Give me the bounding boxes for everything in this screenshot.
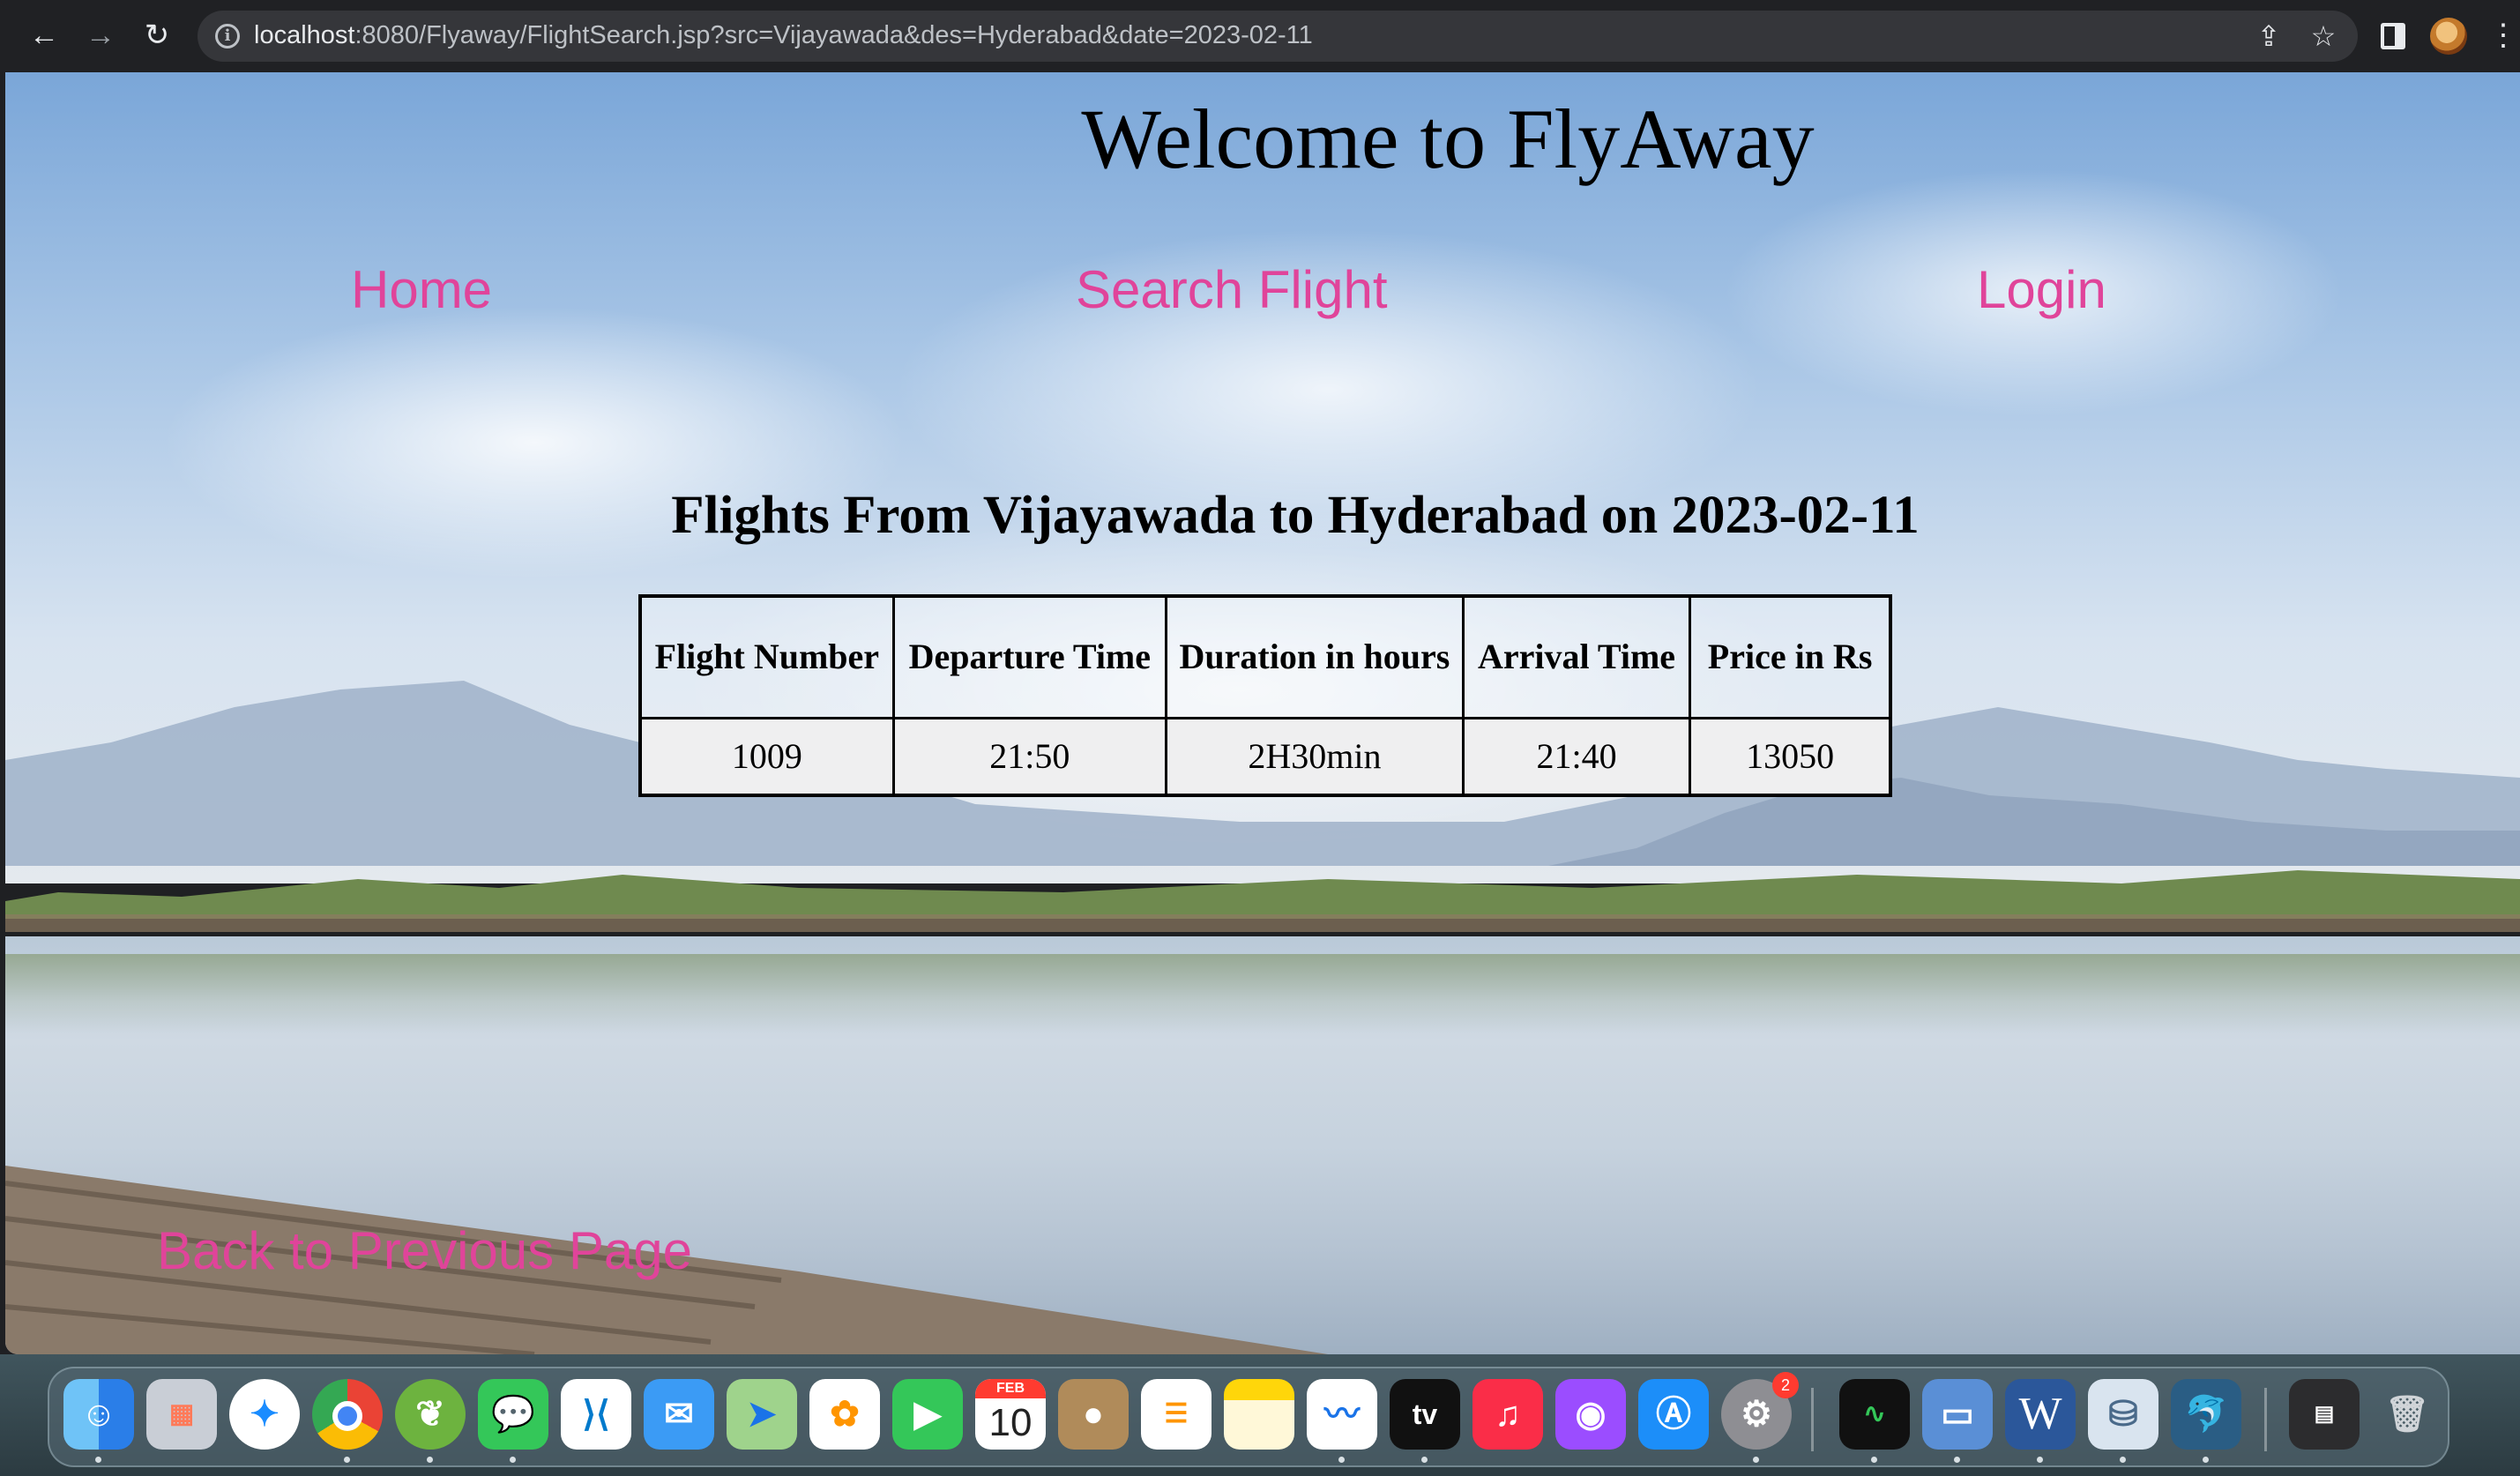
column-header: Flight Number	[638, 594, 895, 719]
safari-icon[interactable]: ✦	[229, 1379, 300, 1450]
app-store-icon[interactable]: Ⓐ	[1638, 1379, 1709, 1450]
downloads-stack-icon[interactable]: ▤	[2289, 1379, 2360, 1450]
nav-home-link[interactable]: Home	[351, 259, 492, 320]
back-to-previous-page-link[interactable]: Back to Previous Page	[157, 1220, 692, 1281]
running-indicator	[95, 1457, 101, 1463]
column-header: Arrival Time	[1461, 594, 1692, 719]
messages-icon[interactable]: 💬	[478, 1379, 548, 1450]
browser-menu-icon[interactable]: ⋮	[2488, 16, 2518, 56]
flights-table: Flight Number Departure Time Duration in…	[638, 594, 1892, 797]
chrome-icon[interactable]	[312, 1379, 383, 1450]
running-indicator	[1753, 1457, 1759, 1463]
preview-icon[interactable]: ▭	[1922, 1379, 1993, 1450]
mysql-workbench-icon[interactable]: 🐬	[2171, 1379, 2241, 1450]
mountains-background	[5, 681, 2520, 932]
freeform-icon[interactable]: 〰	[1307, 1379, 1377, 1450]
nav-login-link[interactable]: Login	[1977, 259, 2106, 320]
notification-badge: 2	[1772, 1372, 1799, 1398]
running-indicator	[1954, 1457, 1960, 1463]
flight-number-cell: 1009	[638, 716, 895, 797]
running-indicator	[2203, 1457, 2209, 1463]
maps-icon[interactable]: ➤	[727, 1379, 797, 1450]
finder-icon[interactable]: ☺	[63, 1379, 134, 1450]
column-header: Departure Time	[891, 594, 1167, 719]
tv-label: tv	[1412, 1398, 1438, 1430]
running-indicator	[1871, 1457, 1877, 1463]
arrival-time-cell: 21:40	[1461, 716, 1692, 797]
browser-toolbar: ← → ↻ i localhost:8080/Flyaway/FlightSea…	[0, 0, 2520, 72]
trash-icon[interactable]: 🗑	[2372, 1379, 2442, 1450]
podcasts-icon[interactable]: ◉	[1555, 1379, 1626, 1450]
forward-arrow-icon[interactable]: →	[81, 16, 120, 55]
calendar-day: 10	[988, 1401, 1033, 1444]
facetime-icon[interactable]: ▶	[892, 1379, 963, 1450]
column-header: Price in Rs	[1689, 594, 1892, 719]
word-label: W	[2018, 1389, 2062, 1439]
url-path: :8080/Flyaway/FlightSearch.jsp?src=Vijay…	[354, 21, 1313, 49]
calendar-icon[interactable]: FEB 10	[975, 1379, 1046, 1450]
running-indicator	[1421, 1457, 1428, 1463]
price-cell: 13050	[1689, 716, 1892, 797]
running-indicator	[344, 1457, 350, 1463]
running-indicator	[427, 1457, 433, 1463]
url-text[interactable]: localhost:8080/Flyaway/FlightSearch.jsp?…	[254, 21, 1313, 50]
apple-tv-icon[interactable]: tv	[1390, 1379, 1460, 1450]
address-bar[interactable]: i localhost:8080/Flyaway/FlightSearch.js…	[198, 11, 2358, 62]
contacts-icon[interactable]: ●	[1058, 1379, 1129, 1450]
duration-cell: 2H30min	[1164, 716, 1465, 797]
launchpad-icon[interactable]: ▦	[146, 1379, 217, 1450]
departure-time-cell: 21:50	[891, 716, 1167, 797]
running-indicator	[1338, 1457, 1345, 1463]
site-info-icon[interactable]: i	[215, 24, 240, 48]
side-panel-icon[interactable]	[2381, 23, 2405, 49]
music-icon[interactable]: ♫	[1472, 1379, 1543, 1450]
notes-icon[interactable]	[1224, 1379, 1294, 1450]
reload-icon[interactable]: ↻	[138, 16, 176, 55]
share-icon[interactable]: ⇪	[2252, 19, 2285, 53]
calendar-month: FEB	[975, 1379, 1046, 1398]
reminders-icon[interactable]: ☰	[1141, 1379, 1212, 1450]
running-indicator	[2037, 1457, 2043, 1463]
spring-tool-icon[interactable]: ❦	[395, 1379, 466, 1450]
microsoft-word-icon[interactable]: W	[2005, 1379, 2076, 1450]
photos-icon[interactable]: ✿	[809, 1379, 880, 1450]
macos-dock: ☺ ▦ ✦ ❦ 💬 ⟩⟨ ✉ ➤ ✿ ▶ FEB 10 ● ☰ 〰 tv ♫ ◉…	[48, 1367, 2449, 1467]
vscode-icon[interactable]: ⟩⟨	[561, 1379, 631, 1450]
profile-avatar[interactable]	[2430, 18, 2467, 55]
bookmark-star-icon[interactable]: ☆	[2307, 19, 2340, 53]
back-arrow-icon[interactable]: ←	[25, 16, 63, 55]
dock-separator	[2264, 1388, 2267, 1451]
url-host: localhost	[254, 21, 355, 49]
system-settings-icon[interactable]: ⚙ 2	[1721, 1372, 1799, 1450]
column-header: Duration in hours	[1164, 594, 1465, 719]
mail-icon[interactable]: ✉	[644, 1379, 714, 1450]
running-indicator	[2120, 1457, 2126, 1463]
table-header-row: Flight Number Departure Time Duration in…	[638, 594, 1892, 719]
nav-search-flight-link[interactable]: Search Flight	[1076, 259, 1388, 320]
running-indicator	[510, 1457, 516, 1463]
disk-utility-icon[interactable]: ⛁	[2088, 1379, 2158, 1450]
page-viewport: Welcome to FlyAway Home Search Flight Lo…	[5, 72, 2520, 1354]
results-heading: Flights From Vijayawada to Hyderabad on …	[671, 486, 1920, 545]
dock-separator	[1811, 1388, 1814, 1451]
table-row: 1009 21:50 2H30min 21:40 13050	[638, 716, 1892, 797]
activity-monitor-icon[interactable]: ∿	[1839, 1379, 1910, 1450]
site-title: Welcome to FlyAway	[1081, 92, 1815, 186]
shore-reflection	[5, 954, 2520, 1033]
